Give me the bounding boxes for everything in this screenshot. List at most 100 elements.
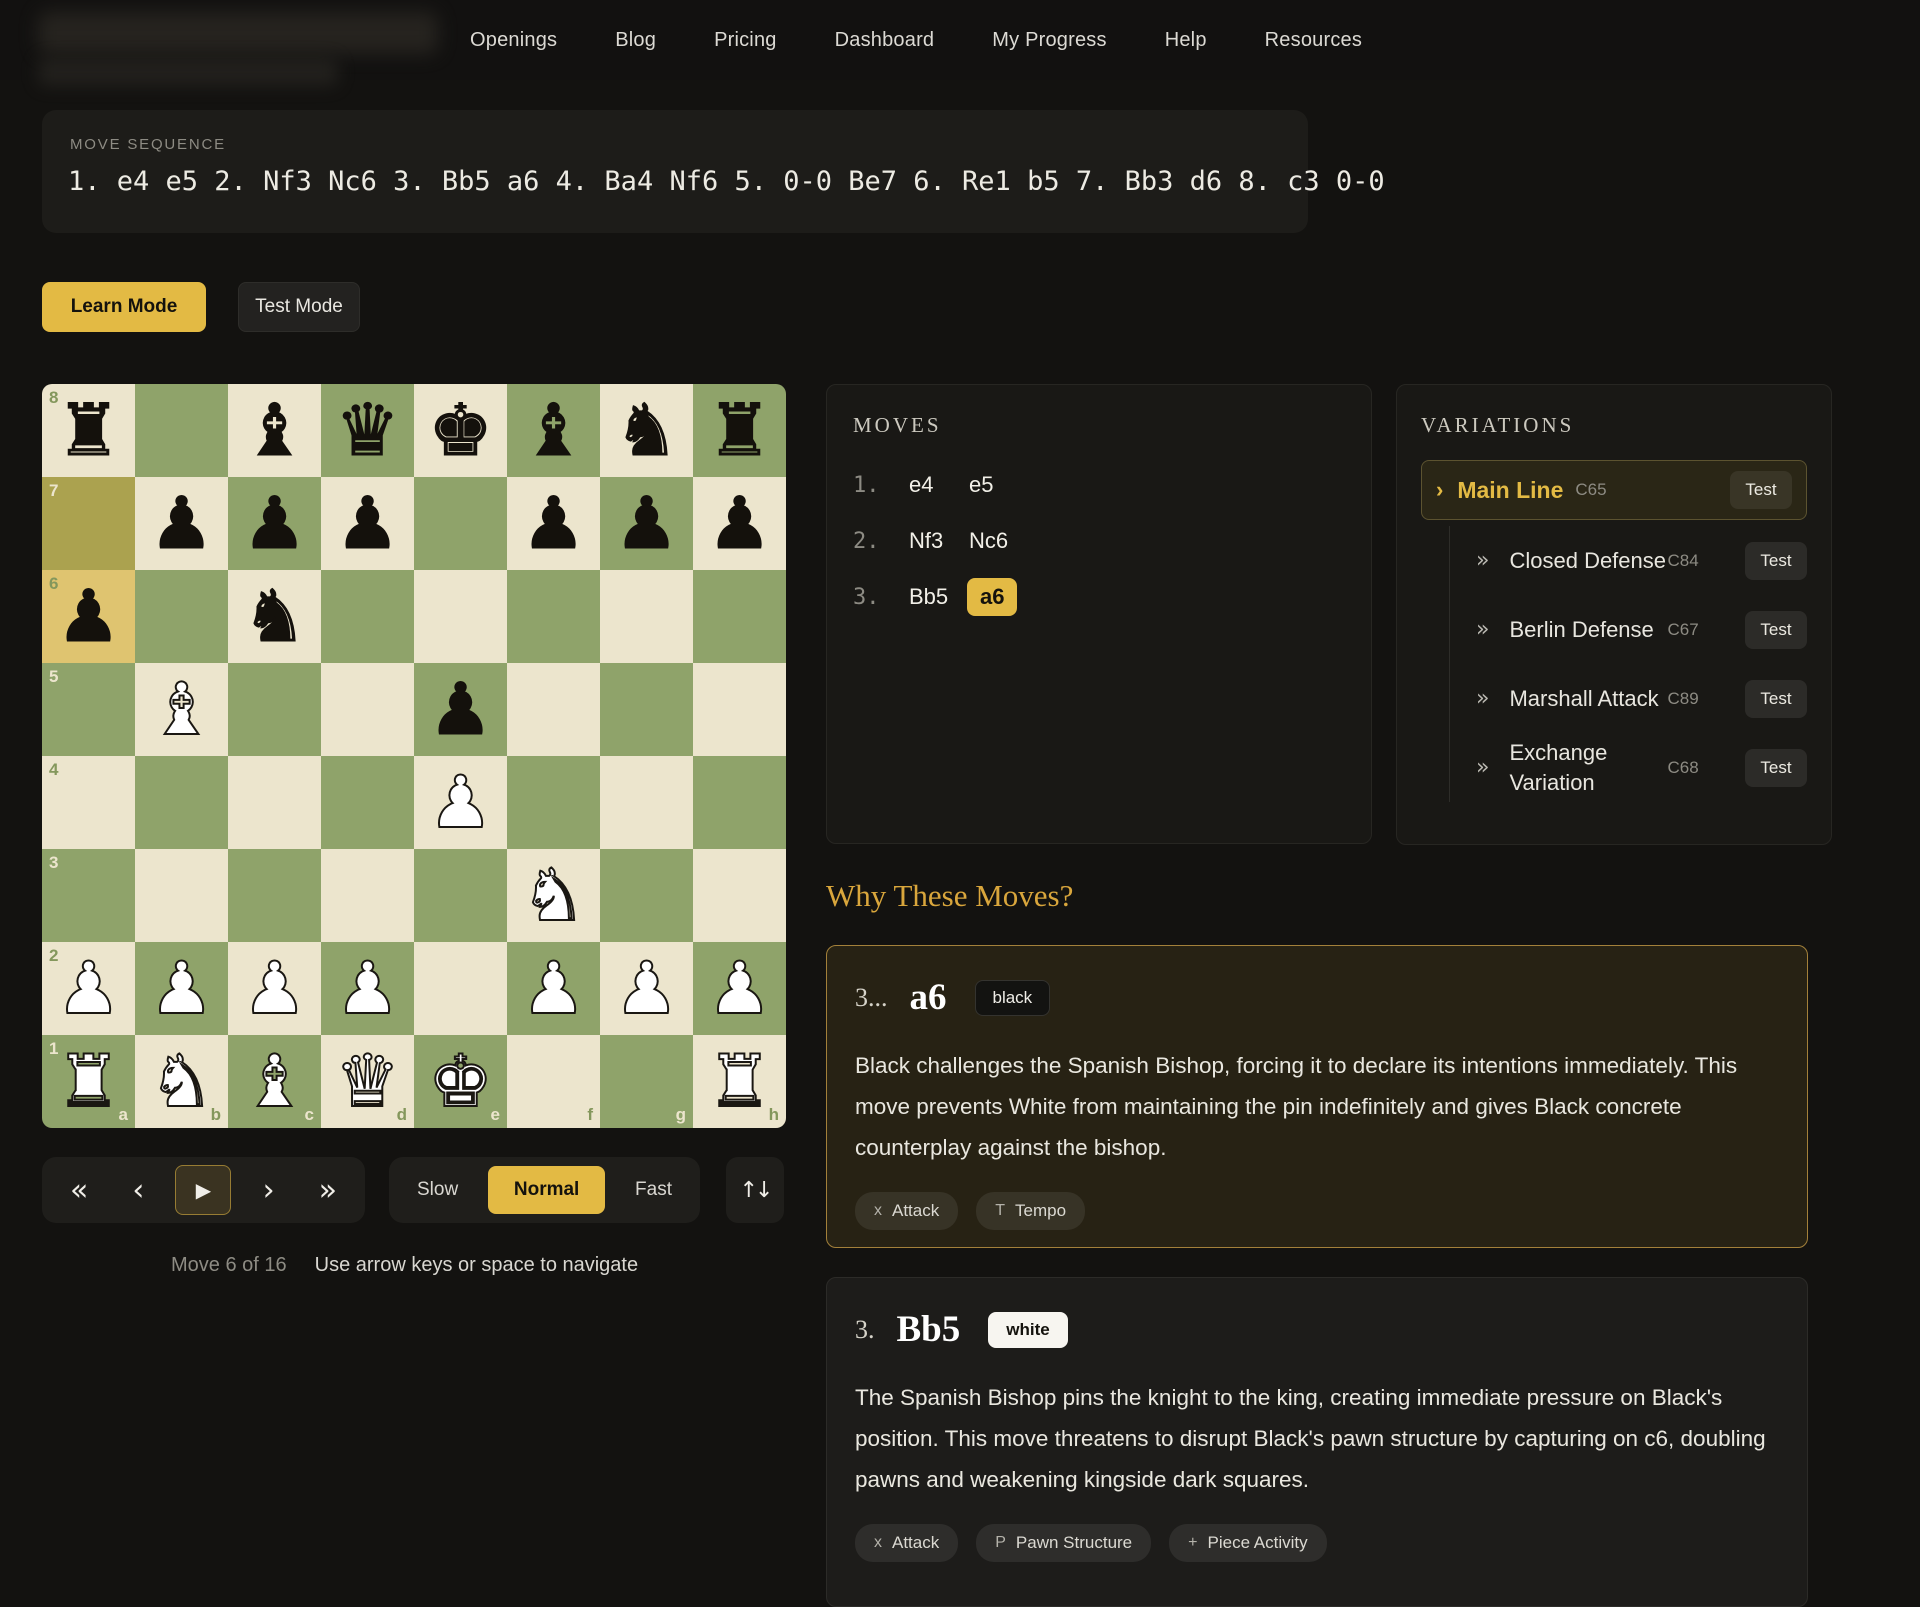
square-e8[interactable]: ♚: [414, 384, 507, 477]
square-f8[interactable]: ♝: [507, 384, 600, 477]
square-h1[interactable]: h♜: [693, 1035, 786, 1128]
black-piece-k-e8[interactable]: ♚: [428, 384, 493, 477]
square-e2[interactable]: [414, 942, 507, 1035]
square-b2[interactable]: ♟: [135, 942, 228, 1035]
nav-item-openings[interactable]: Openings: [470, 29, 557, 52]
square-b4[interactable]: [135, 756, 228, 849]
move-black[interactable]: Nc6: [969, 528, 1029, 554]
nav-item-help[interactable]: Help: [1165, 29, 1207, 52]
black-piece-p-d7[interactable]: ♟: [335, 477, 400, 570]
play-button[interactable]: ▶: [175, 1165, 231, 1215]
square-h5[interactable]: [693, 663, 786, 756]
black-piece-b-f8[interactable]: ♝: [521, 384, 586, 477]
square-d1[interactable]: d♛: [321, 1035, 414, 1128]
variation-main-line[interactable]: › Main Line C65 Test: [1421, 460, 1807, 520]
square-a7[interactable]: 7: [42, 477, 135, 570]
black-piece-p-a6[interactable]: ♟: [56, 570, 121, 663]
flip-board-button[interactable]: ↑↓: [726, 1157, 784, 1223]
fast-forward-button[interactable]: »: [306, 1165, 350, 1215]
white-piece-p-d2[interactable]: ♟: [335, 942, 400, 1035]
test-exchange-variation-button[interactable]: Test: [1745, 749, 1807, 787]
nav-item-blog[interactable]: Blog: [615, 29, 656, 52]
square-d8[interactable]: ♛: [321, 384, 414, 477]
chess-board[interactable]: 8♜♝♛♚♝♞♜7♟♟♟♟♟♟6♟♞5♝♟4♟3♞2♟♟♟♟♟♟♟1a♜b♞c♝…: [42, 384, 786, 1128]
black-piece-r-a8[interactable]: ♜: [56, 384, 121, 477]
white-piece-p-b2[interactable]: ♟: [149, 942, 214, 1035]
white-piece-r-a1[interactable]: ♜: [56, 1035, 121, 1128]
square-a4[interactable]: 4: [42, 756, 135, 849]
white-piece-q-d1[interactable]: ♛: [335, 1035, 400, 1128]
variation-closed-defense[interactable]: »Closed DefenseC84Test: [1476, 526, 1807, 595]
black-piece-p-c7[interactable]: ♟: [242, 477, 307, 570]
square-a8[interactable]: 8♜: [42, 384, 135, 477]
black-piece-p-h7[interactable]: ♟: [707, 477, 772, 570]
square-e4[interactable]: ♟: [414, 756, 507, 849]
square-g2[interactable]: ♟: [600, 942, 693, 1035]
square-b8[interactable]: [135, 384, 228, 477]
square-a5[interactable]: 5: [42, 663, 135, 756]
test-mode-button[interactable]: Test Mode: [238, 282, 360, 332]
square-h2[interactable]: ♟: [693, 942, 786, 1035]
square-c6[interactable]: ♞: [228, 570, 321, 663]
square-d5[interactable]: [321, 663, 414, 756]
square-c1[interactable]: c♝: [228, 1035, 321, 1128]
speed-slow[interactable]: Slow: [399, 1179, 476, 1201]
square-d7[interactable]: ♟: [321, 477, 414, 570]
black-piece-n-g8[interactable]: ♞: [614, 384, 679, 477]
square-b6[interactable]: [135, 570, 228, 663]
square-b3[interactable]: [135, 849, 228, 942]
white-piece-r-h1[interactable]: ♜: [707, 1035, 772, 1128]
black-piece-p-b7[interactable]: ♟: [149, 477, 214, 570]
move-white[interactable]: e4: [909, 472, 969, 498]
square-c5[interactable]: [228, 663, 321, 756]
black-piece-q-d8[interactable]: ♛: [335, 384, 400, 477]
move-black[interactable]: a6: [967, 578, 1017, 616]
test-main-line-button[interactable]: Test: [1730, 471, 1792, 509]
white-piece-k-e1[interactable]: ♚: [428, 1035, 493, 1128]
speed-fast[interactable]: Fast: [617, 1179, 690, 1201]
square-f5[interactable]: [507, 663, 600, 756]
square-d6[interactable]: [321, 570, 414, 663]
test-closed-defense-button[interactable]: Test: [1745, 542, 1807, 580]
square-d2[interactable]: ♟: [321, 942, 414, 1035]
black-piece-p-f7[interactable]: ♟: [521, 477, 586, 570]
white-piece-p-a2[interactable]: ♟: [56, 942, 121, 1035]
nav-item-pricing[interactable]: Pricing: [714, 29, 777, 52]
square-a2[interactable]: 2♟: [42, 942, 135, 1035]
square-g3[interactable]: [600, 849, 693, 942]
learn-mode-button[interactable]: Learn Mode: [42, 282, 206, 332]
move-black[interactable]: e5: [969, 472, 1029, 498]
square-f6[interactable]: [507, 570, 600, 663]
square-c2[interactable]: ♟: [228, 942, 321, 1035]
white-piece-n-f3[interactable]: ♞: [521, 849, 586, 942]
move-white[interactable]: Nf3: [909, 528, 969, 554]
square-h7[interactable]: ♟: [693, 477, 786, 570]
square-g5[interactable]: [600, 663, 693, 756]
black-piece-p-g7[interactable]: ♟: [614, 477, 679, 570]
square-e1[interactable]: e♚: [414, 1035, 507, 1128]
black-piece-p-e5[interactable]: ♟: [428, 663, 493, 756]
white-piece-p-f2[interactable]: ♟: [521, 942, 586, 1035]
square-h6[interactable]: [693, 570, 786, 663]
square-e6[interactable]: [414, 570, 507, 663]
variation-marshall-attack[interactable]: »Marshall AttackC89Test: [1476, 664, 1807, 733]
white-piece-b-b5[interactable]: ♝: [149, 663, 214, 756]
step-back-button[interactable]: ‹: [116, 1165, 160, 1215]
square-h8[interactable]: ♜: [693, 384, 786, 477]
square-b5[interactable]: ♝: [135, 663, 228, 756]
square-g8[interactable]: ♞: [600, 384, 693, 477]
square-c3[interactable]: [228, 849, 321, 942]
square-f7[interactable]: ♟: [507, 477, 600, 570]
square-g4[interactable]: [600, 756, 693, 849]
test-berlin-defense-button[interactable]: Test: [1745, 611, 1807, 649]
square-f4[interactable]: [507, 756, 600, 849]
speed-normal[interactable]: Normal: [488, 1166, 605, 1214]
square-d4[interactable]: [321, 756, 414, 849]
white-piece-p-h2[interactable]: ♟: [707, 942, 772, 1035]
move-white[interactable]: Bb5: [909, 584, 969, 610]
square-f3[interactable]: ♞: [507, 849, 600, 942]
square-h3[interactable]: [693, 849, 786, 942]
nav-item-my-progress[interactable]: My Progress: [992, 29, 1106, 52]
square-a3[interactable]: 3: [42, 849, 135, 942]
test-marshall-attack-button[interactable]: Test: [1745, 680, 1807, 718]
